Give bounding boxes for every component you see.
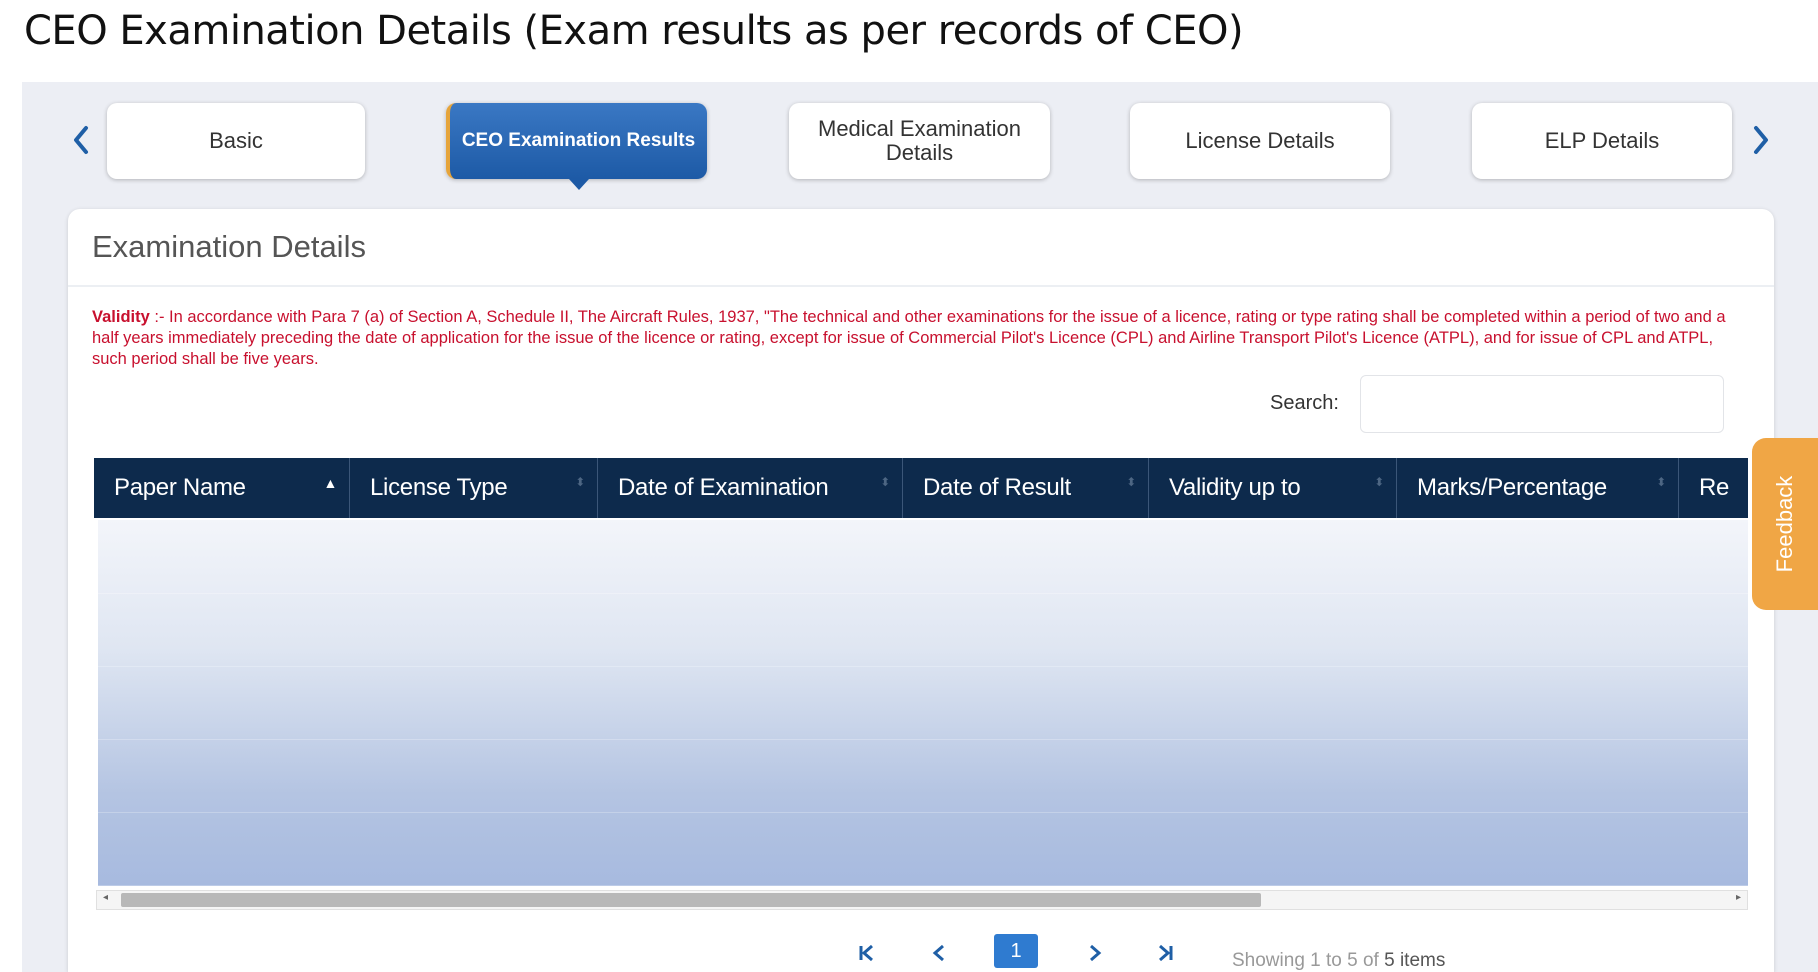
column-header-date-of-result[interactable]: Date of Result ⬍: [903, 458, 1149, 518]
sort-ascending-icon: ▲: [323, 475, 337, 491]
table-header: Paper Name ▲ License Type ⬍ Date of Exam…: [94, 458, 1748, 518]
column-header-label: Validity up to: [1169, 474, 1301, 501]
sort-icon: ⬍: [880, 475, 890, 489]
validity-text: :- In accordance with Para 7 (a) of Sect…: [92, 308, 1726, 368]
column-header-label: Marks/Percentage: [1417, 474, 1607, 501]
chevron-right-icon: [1754, 126, 1768, 154]
previous-page-icon: [932, 944, 944, 962]
first-page-button[interactable]: [855, 938, 879, 968]
horizontal-scrollbar[interactable]: ◂ ▸: [96, 890, 1748, 910]
tab-ceo-examination-results[interactable]: CEO Examination Results: [446, 103, 707, 190]
tab-medical-examination-details[interactable]: Medical Examination Details: [789, 103, 1050, 179]
column-header-label: Paper Name: [114, 474, 246, 501]
next-page-button[interactable]: [1083, 938, 1107, 968]
column-header-label: License Type: [370, 474, 508, 501]
feedback-label: Feedback: [1772, 475, 1797, 573]
table-row: [98, 666, 1748, 740]
tab-basic[interactable]: Basic: [107, 103, 365, 179]
pagination-summary-prefix: Showing 1 to 5 of: [1232, 950, 1385, 971]
column-header-date-of-examination[interactable]: Date of Examination ⬍: [598, 458, 903, 518]
tab-elp-details[interactable]: ELP Details: [1472, 103, 1732, 179]
column-header-marks-percentage[interactable]: Marks/Percentage ⬍: [1397, 458, 1679, 518]
column-header-label: Date of Result: [923, 474, 1071, 501]
tab-license-details[interactable]: License Details: [1130, 103, 1390, 179]
column-header-validity-up-to[interactable]: Validity up to ⬍: [1149, 458, 1397, 518]
scroll-left-arrow-icon[interactable]: ◂: [103, 892, 108, 903]
last-page-icon: [1159, 944, 1173, 962]
page-1-button[interactable]: 1: [994, 934, 1038, 968]
pagination-summary-count: 5 items: [1384, 950, 1446, 971]
pagination-summary: Showing 1 to 5 of 5 items: [1232, 950, 1445, 972]
search-label: Search:: [1270, 392, 1339, 414]
sort-icon: ⬍: [1656, 475, 1666, 489]
validity-notice: Validity :- In accordance with Para 7 (a…: [92, 307, 1752, 370]
table-row: [98, 739, 1748, 813]
feedback-button[interactable]: Feedback: [1752, 438, 1818, 610]
next-page-icon: [1090, 944, 1102, 962]
column-header-label: Date of Examination: [618, 474, 829, 501]
table-row: [98, 812, 1748, 886]
panel-title: Examination Details: [92, 229, 366, 264]
first-page-icon: [859, 944, 873, 962]
sort-icon: ⬍: [1126, 475, 1136, 489]
column-header-paper-name[interactable]: Paper Name ▲: [94, 458, 350, 518]
examination-table: Paper Name ▲ License Type ⬍ Date of Exam…: [94, 458, 1748, 900]
page-caption: CEO Examination Details (Exam results as…: [24, 8, 1244, 54]
chevron-left-icon: [74, 126, 88, 154]
sort-icon: ⬍: [1374, 475, 1384, 489]
tabs-scroll-right-button[interactable]: [1746, 118, 1776, 162]
scrollbar-thumb[interactable]: [121, 893, 1261, 907]
column-header-license-type[interactable]: License Type ⬍: [350, 458, 598, 518]
sort-icon: ⬍: [575, 475, 585, 489]
table-row: [98, 593, 1748, 667]
tabs-scroll-left-button[interactable]: [66, 118, 96, 162]
validity-label: Validity: [92, 308, 150, 326]
table-row: [98, 520, 1748, 594]
previous-page-button[interactable]: [927, 938, 951, 968]
panel-divider: [68, 285, 1774, 287]
table-body: [98, 520, 1748, 886]
column-header-result[interactable]: Re: [1679, 458, 1748, 518]
column-header-label: Re: [1699, 474, 1730, 501]
scroll-right-arrow-icon[interactable]: ▸: [1736, 892, 1741, 903]
last-page-button[interactable]: [1153, 938, 1177, 968]
search-input[interactable]: [1360, 375, 1724, 433]
